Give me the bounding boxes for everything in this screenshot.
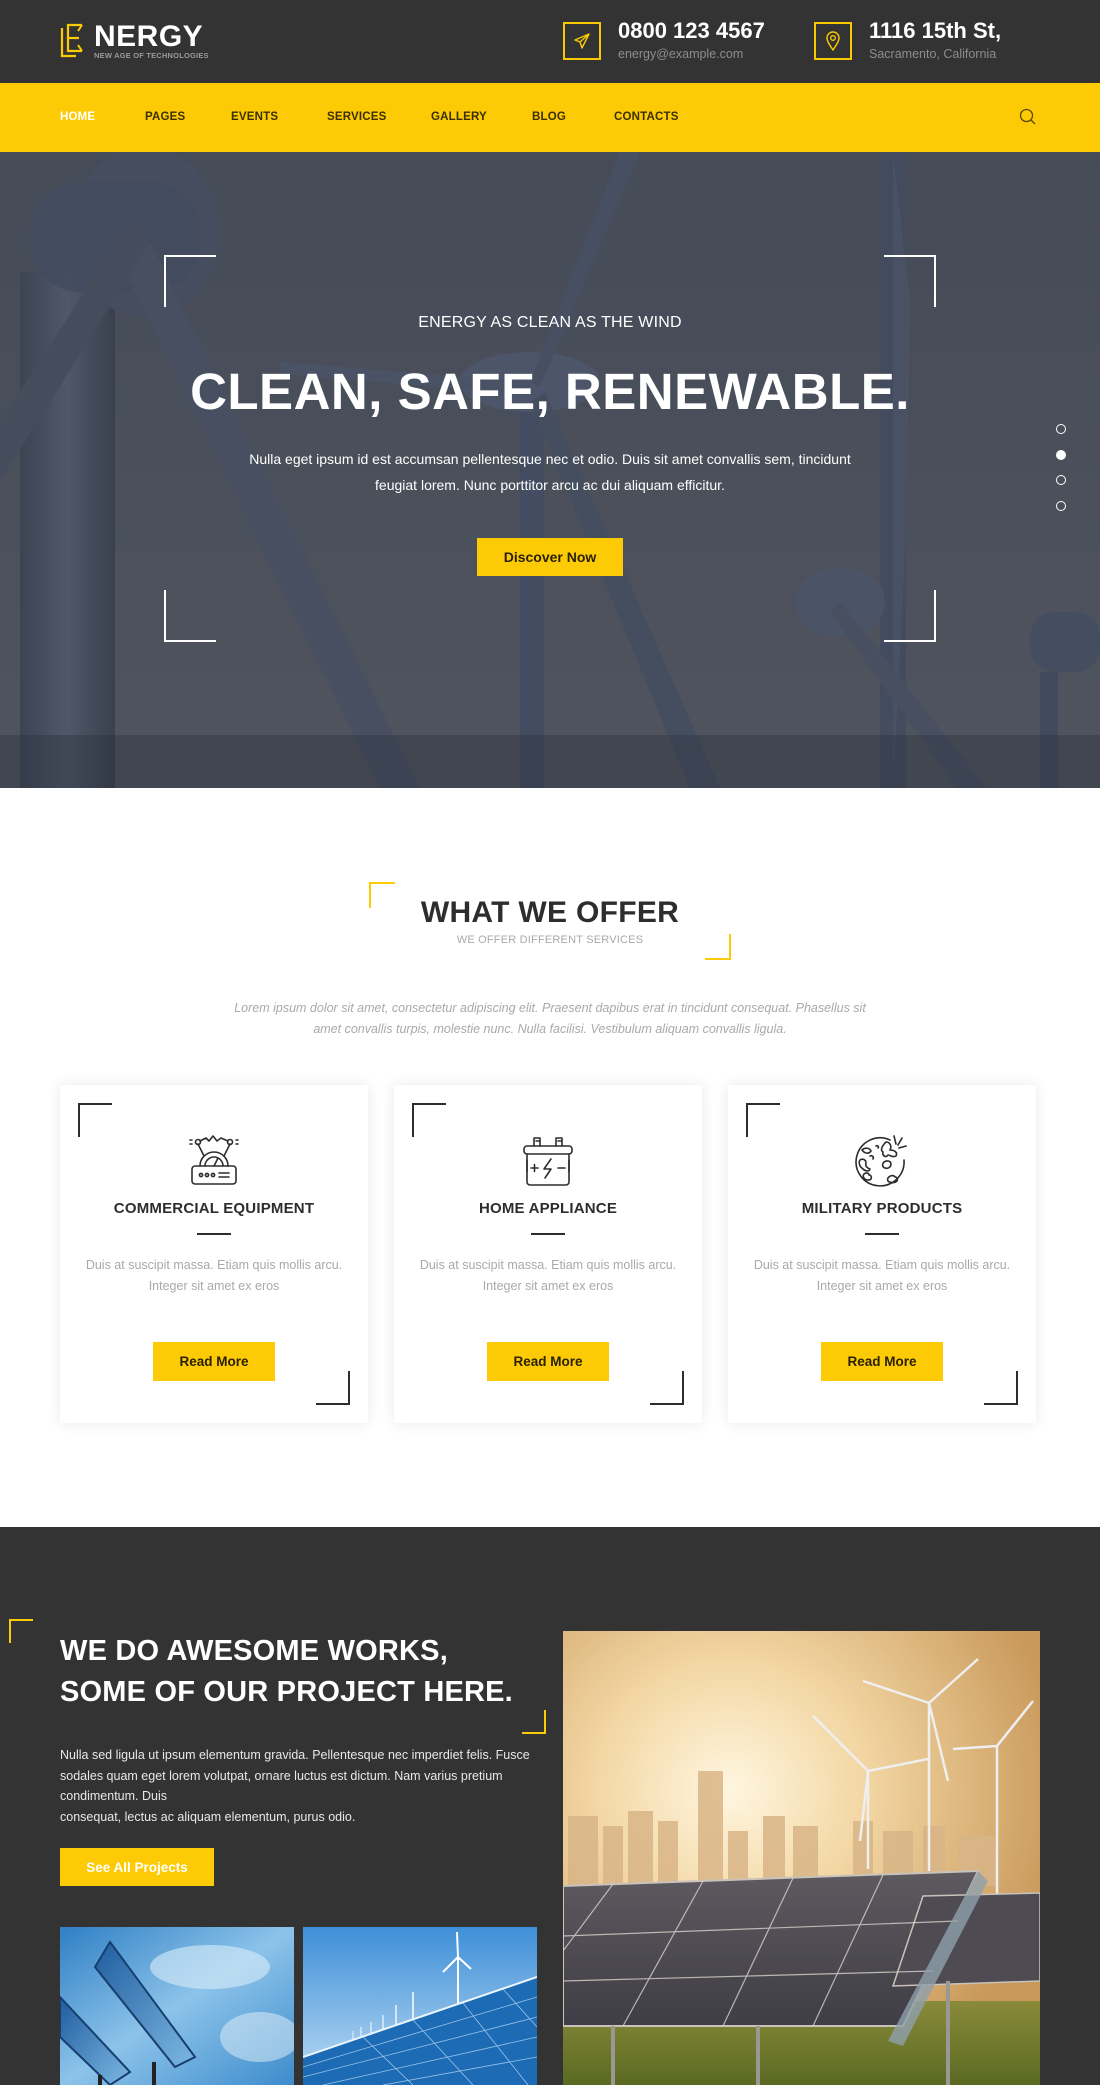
generator-gauge-icon: [189, 1135, 239, 1185]
offer-intro: Lorem ipsum dolor sit amet, consectetur …: [234, 1001, 866, 1036]
paper-plane-icon: [574, 33, 590, 49]
city-state: Sacramento, California: [869, 47, 997, 61]
solar-panel-wind-turbines-image: [303, 1927, 537, 2085]
card-corner-top-left: [78, 1103, 112, 1137]
see-all-projects-button[interactable]: See All Projects: [60, 1848, 214, 1886]
projects-text-line-2: consequat, lectus ac aliquam elementum, …: [60, 1809, 356, 1824]
card-description: Duis at suscipit massa. Etiam quis molli…: [85, 1258, 343, 1293]
email-address[interactable]: energy@example.com: [618, 47, 743, 61]
card-description: Duis at suscipit massa. Etiam quis molli…: [419, 1258, 677, 1293]
address-icon-box: [814, 22, 852, 60]
nav-item-contacts[interactable]: CONTACTS: [614, 111, 679, 123]
discover-now-button[interactable]: Discover Now: [477, 538, 623, 576]
nav-item-gallery[interactable]: GALLERY: [431, 111, 487, 123]
main-nav: HOME PAGES EVENTS SERVICES GALLERY BLOG …: [0, 83, 1100, 152]
nav-item-home[interactable]: HOME: [60, 111, 95, 123]
accent-corner-top-left: [9, 1619, 33, 1643]
featured-project-image[interactable]: [563, 1631, 1040, 2085]
card-description: Duis at suscipit massa. Etiam quis molli…: [753, 1258, 1011, 1293]
search-icon[interactable]: [1018, 107, 1038, 127]
service-card-home-appliance: HOME APPLIANCE Duis at suscipit massa. E…: [394, 1085, 702, 1423]
card-corner-bottom-right: [984, 1371, 1018, 1405]
projects-title-line-1: WE DO AWESOME WORKS,: [60, 1635, 448, 1667]
frame-corner-top-left: [164, 255, 216, 307]
phone-number[interactable]: 0800 123 4567: [618, 18, 765, 44]
card-corner-bottom-right: [650, 1371, 684, 1405]
card-corner-bottom-right: [316, 1371, 350, 1405]
hero-slider: ENERGY AS CLEAN AS THE WIND CLEAN, SAFE,…: [0, 152, 1100, 788]
logo-wordmark: NERGY: [94, 20, 204, 53]
slider-dot-1[interactable]: [1056, 424, 1066, 434]
accent-corner-bottom-right: [522, 1710, 546, 1734]
solar-panels-sky-image: [60, 1927, 294, 2085]
service-card-commercial-equipment: COMMERCIAL EQUIPMENT Duis at suscipit ma…: [60, 1085, 368, 1423]
card-divider: [531, 1233, 565, 1235]
projects-title: WE DO AWESOME WORKS, SOME OF OUR PROJECT…: [60, 1631, 540, 1713]
projects-text-line-1: Nulla sed ligula ut ipsum elementum grav…: [60, 1748, 530, 1803]
hero-bottom-band: [0, 735, 1100, 788]
slider-dot-4[interactable]: [1056, 500, 1066, 511]
nav-item-events[interactable]: EVENTS: [231, 111, 278, 123]
frame-corner-top-right: [884, 255, 936, 307]
offer-subtitle: WE OFFER DIFFERENT SERVICES: [456, 934, 644, 946]
card-title: MILITARY PRODUCTS: [801, 1200, 963, 1217]
projects-text: Nulla sed ligula ut ipsum elementum grav…: [60, 1745, 530, 1827]
slider-dot-3[interactable]: [1056, 475, 1066, 485]
frame-corner-bottom-left: [164, 590, 216, 642]
projects-section: WE DO AWESOME WORKS, SOME OF OUR PROJECT…: [0, 1527, 1100, 2085]
card-title: COMMERCIAL EQUIPMENT: [113, 1200, 315, 1217]
read-more-button[interactable]: Read More: [487, 1342, 609, 1381]
card-divider: [865, 1233, 899, 1235]
card-corner-top-left: [412, 1103, 446, 1137]
logo-mark-icon: [60, 23, 83, 58]
card-title: HOME APPLIANCE: [478, 1200, 618, 1217]
nav-item-pages[interactable]: PAGES: [145, 111, 185, 123]
hero-title: CLEAN, SAFE, RENEWABLE.: [190, 363, 910, 420]
projects-title-line-2: SOME OF OUR PROJECT HERE.: [60, 1676, 513, 1708]
slider-dot-2[interactable]: [1056, 449, 1066, 460]
offer-title: WHAT WE OFFER: [420, 896, 680, 929]
logo-tagline: NEW AGE OF TECHNOLOGIES: [94, 51, 209, 60]
slider-pagination: [1056, 424, 1068, 526]
map-pin-icon: [826, 31, 840, 51]
frame-corner-bottom-right: [884, 590, 936, 642]
hero-text: Nulla eget ipsum id est accumsan pellent…: [249, 451, 851, 493]
nav-item-blog[interactable]: BLOG: [532, 111, 566, 123]
top-header: NERGY NEW AGE OF TECHNOLOGIES 0800 123 4…: [0, 0, 1100, 83]
read-more-button[interactable]: Read More: [821, 1342, 943, 1381]
globe-explosion-icon: [855, 1135, 907, 1187]
project-thumb-solar-wind[interactable]: [303, 1927, 537, 2085]
read-more-button[interactable]: Read More: [153, 1342, 275, 1381]
project-thumb-solar-sky[interactable]: [60, 1927, 294, 2085]
card-corner-top-left: [746, 1103, 780, 1137]
service-card-military-products: MILITARY PRODUCTS Duis at suscipit massa…: [728, 1085, 1036, 1423]
battery-icon: [523, 1137, 573, 1186]
street-address: 1116 15th St,: [869, 18, 1002, 43]
logo[interactable]: NERGY NEW AGE OF TECHNOLOGIES: [60, 20, 220, 62]
nav-item-services[interactable]: SERVICES: [327, 111, 387, 123]
phone-icon-box: [563, 22, 601, 60]
card-divider: [197, 1233, 231, 1235]
solar-farm-sunset-image: [563, 1631, 1040, 2085]
hero-kicker: ENERGY AS CLEAN AS THE WIND: [418, 314, 682, 331]
